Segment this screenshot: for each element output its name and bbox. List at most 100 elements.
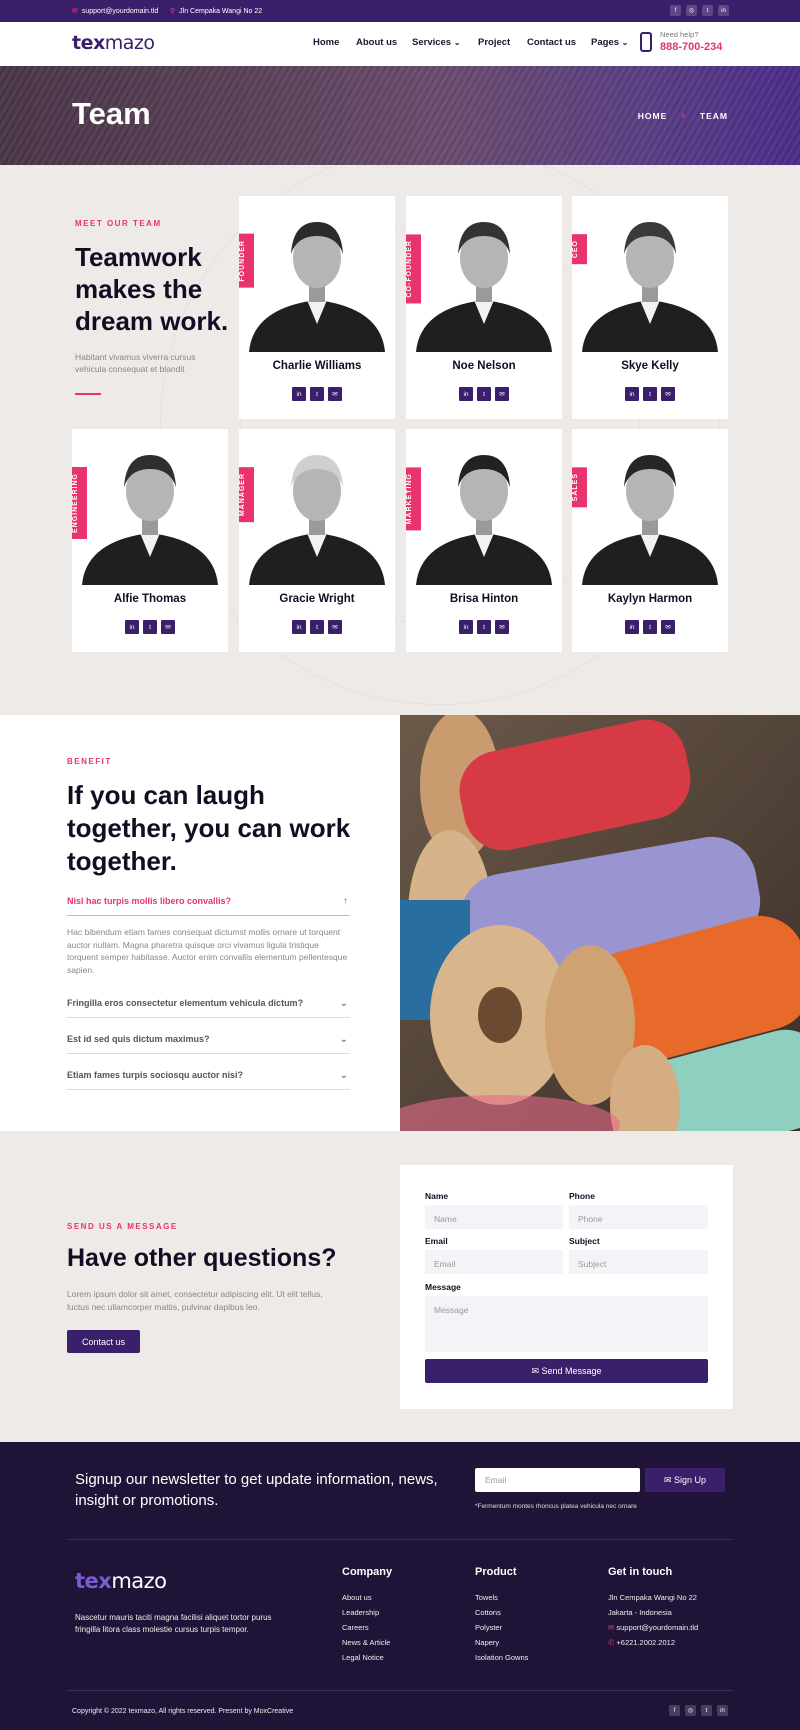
footer-email[interactable]: ✉ support@yourdomain.tld bbox=[608, 1623, 698, 1632]
mail-icon[interactable]: ✉ bbox=[328, 620, 342, 634]
chevron-down-icon: ⌄ bbox=[453, 38, 461, 47]
facebook-icon[interactable]: f bbox=[670, 5, 681, 16]
footer-link[interactable]: News & Article bbox=[342, 1638, 390, 1647]
site-logo[interactable]: texmazo bbox=[72, 32, 155, 54]
linkedin-icon[interactable]: in bbox=[717, 1705, 728, 1716]
linkedin-icon[interactable]: in bbox=[459, 387, 473, 401]
mail-icon[interactable]: ✉ bbox=[661, 387, 675, 401]
name-label: Name bbox=[425, 1191, 449, 1201]
linkedin-icon[interactable]: in bbox=[292, 620, 306, 634]
topbar-email-text: support@yourdomain.tld bbox=[81, 7, 159, 15]
help-phone-number[interactable]: 888-700-234 bbox=[660, 41, 722, 53]
linkedin-icon[interactable]: in bbox=[625, 387, 639, 401]
footer-logo[interactable]: texmazo bbox=[75, 1569, 167, 1593]
faq-divider bbox=[67, 1053, 350, 1054]
chevron-down-icon[interactable]: ⌄ bbox=[340, 998, 348, 1009]
linkedin-icon[interactable]: in bbox=[718, 5, 729, 16]
footer-link[interactable]: Napery bbox=[475, 1638, 499, 1647]
twitter-icon[interactable]: t bbox=[143, 620, 157, 634]
subject-input[interactable]: Subject bbox=[569, 1250, 708, 1274]
mail-icon[interactable]: ✉ bbox=[328, 387, 342, 401]
twitter-icon[interactable]: t bbox=[310, 620, 324, 634]
team-description: Habitant vivamus viverra cursus vehicula… bbox=[75, 352, 196, 374]
member-socials: in t ✉ bbox=[406, 387, 562, 401]
contact-us-button[interactable]: Contact us bbox=[67, 1330, 140, 1353]
product-column-title: Product bbox=[475, 1566, 517, 1578]
footer-link[interactable]: Careers bbox=[342, 1623, 369, 1632]
member-socials: in t ✉ bbox=[572, 387, 728, 401]
nav-item-services[interactable]: Services ⌄ bbox=[412, 37, 460, 48]
mail-icon[interactable]: ✉ bbox=[495, 387, 509, 401]
faq-question[interactable]: Est id sed quis dictum maximus? bbox=[67, 1034, 350, 1044]
linkedin-icon[interactable]: in bbox=[625, 620, 639, 634]
mail-icon[interactable]: ✉ bbox=[161, 620, 175, 634]
footer-link[interactable]: Leadership bbox=[342, 1608, 379, 1617]
team-kicker: MEET OUR TEAM bbox=[75, 219, 162, 228]
footer-link[interactable]: Polyster bbox=[475, 1623, 502, 1632]
instagram-icon[interactable]: ◎ bbox=[685, 1705, 696, 1716]
email-input[interactable]: Email bbox=[425, 1250, 563, 1274]
facebook-icon[interactable]: f bbox=[669, 1705, 680, 1716]
footer-link[interactable]: Legal Notice bbox=[342, 1653, 384, 1662]
faq-divider bbox=[67, 1089, 350, 1090]
chevron-down-icon[interactable]: ⌄ bbox=[340, 1070, 348, 1081]
newsletter-text: Signup our newsletter to get update info… bbox=[75, 1471, 438, 1509]
nav-item-pages[interactable]: Pages ⌄ bbox=[591, 37, 628, 48]
benefit-heading: If you can laugh together, you can work … bbox=[67, 780, 351, 876]
twitter-icon[interactable]: t bbox=[643, 620, 657, 634]
linkedin-icon[interactable]: in bbox=[292, 387, 306, 401]
arrow-up-icon[interactable]: ↑ bbox=[343, 896, 348, 907]
member-photo bbox=[239, 429, 395, 585]
linkedin-icon[interactable]: in bbox=[459, 620, 473, 634]
logo-part-mazo: mazo bbox=[104, 32, 155, 54]
name-input[interactable]: Name bbox=[425, 1205, 563, 1229]
phone-icon bbox=[640, 32, 652, 52]
member-role-badge: MARKETING bbox=[406, 467, 421, 531]
instagram-icon[interactable]: ◎ bbox=[686, 5, 697, 16]
faq-question[interactable]: Etiam fames turpis sociosqu auctor nisi? bbox=[67, 1070, 350, 1080]
nav-item-contact[interactable]: Contact us bbox=[527, 37, 576, 48]
nav-item-about[interactable]: About us bbox=[356, 37, 397, 48]
team-heading: Teamwork makes the dream work. bbox=[75, 242, 229, 336]
member-socials: in t ✉ bbox=[406, 620, 562, 634]
faq-item-2[interactable]: Fringilla eros consectetur elementum veh… bbox=[67, 998, 350, 1034]
footer-link[interactable]: Towels bbox=[475, 1593, 498, 1602]
twitter-icon[interactable]: t bbox=[477, 620, 491, 634]
topbar-email[interactable]: ✉ support@yourdomain.tld bbox=[72, 7, 159, 16]
footer-link[interactable]: Cottons bbox=[475, 1608, 501, 1617]
twitter-icon[interactable]: t bbox=[477, 387, 491, 401]
site-footer: Signup our newsletter to get update info… bbox=[0, 1442, 800, 1730]
subject-label: Subject bbox=[569, 1236, 600, 1246]
send-message-button[interactable]: ✉ Send Message bbox=[425, 1359, 708, 1383]
message-textarea[interactable]: Message bbox=[425, 1296, 708, 1352]
linkedin-icon[interactable]: in bbox=[125, 620, 139, 634]
footer-phone[interactable]: ✆ +6221.2002.2012 bbox=[608, 1638, 675, 1647]
faq-divider bbox=[67, 1017, 350, 1018]
contact-section: SEND US A MESSAGE Have other questions? … bbox=[0, 1131, 800, 1442]
phone-input[interactable]: Phone bbox=[569, 1205, 708, 1229]
twitter-icon[interactable]: t bbox=[310, 387, 324, 401]
footer-link[interactable]: Isolation Gowns bbox=[475, 1653, 528, 1662]
breadcrumb-home[interactable]: HOME bbox=[638, 111, 668, 121]
twitter-icon[interactable]: t bbox=[643, 387, 657, 401]
twitter-icon[interactable]: t bbox=[701, 1705, 712, 1716]
twitter-icon[interactable]: t bbox=[702, 5, 713, 16]
mail-icon[interactable]: ✉ bbox=[661, 620, 675, 634]
member-socials: in t ✉ bbox=[572, 620, 728, 634]
faq-item-3[interactable]: Est id sed quis dictum maximus? ⌄ bbox=[67, 1034, 350, 1070]
nav-item-project[interactable]: Project bbox=[478, 37, 510, 48]
footer-link[interactable]: About us bbox=[342, 1593, 372, 1602]
member-photo bbox=[406, 429, 562, 585]
nav-item-home[interactable]: Home bbox=[313, 37, 339, 48]
signup-button[interactable]: ✉ Sign Up bbox=[645, 1468, 725, 1492]
mail-icon: ✉ bbox=[608, 1623, 615, 1632]
faq-item-4[interactable]: Etiam fames turpis sociosqu auctor nisi?… bbox=[67, 1070, 350, 1106]
contact-kicker: SEND US A MESSAGE bbox=[67, 1222, 178, 1231]
footer-description: Nascetur mauris taciti magna facilisi al… bbox=[75, 1613, 272, 1634]
member-name: Kaylyn Harmon bbox=[607, 593, 693, 605]
mail-icon[interactable]: ✉ bbox=[495, 620, 509, 634]
faq-question[interactable]: Nisl hac turpis mollis libero convallis? bbox=[67, 896, 350, 906]
faq-question[interactable]: Fringilla eros consectetur elementum veh… bbox=[67, 998, 350, 1008]
newsletter-email-input[interactable]: Email bbox=[475, 1468, 640, 1492]
chevron-down-icon[interactable]: ⌄ bbox=[340, 1034, 348, 1045]
